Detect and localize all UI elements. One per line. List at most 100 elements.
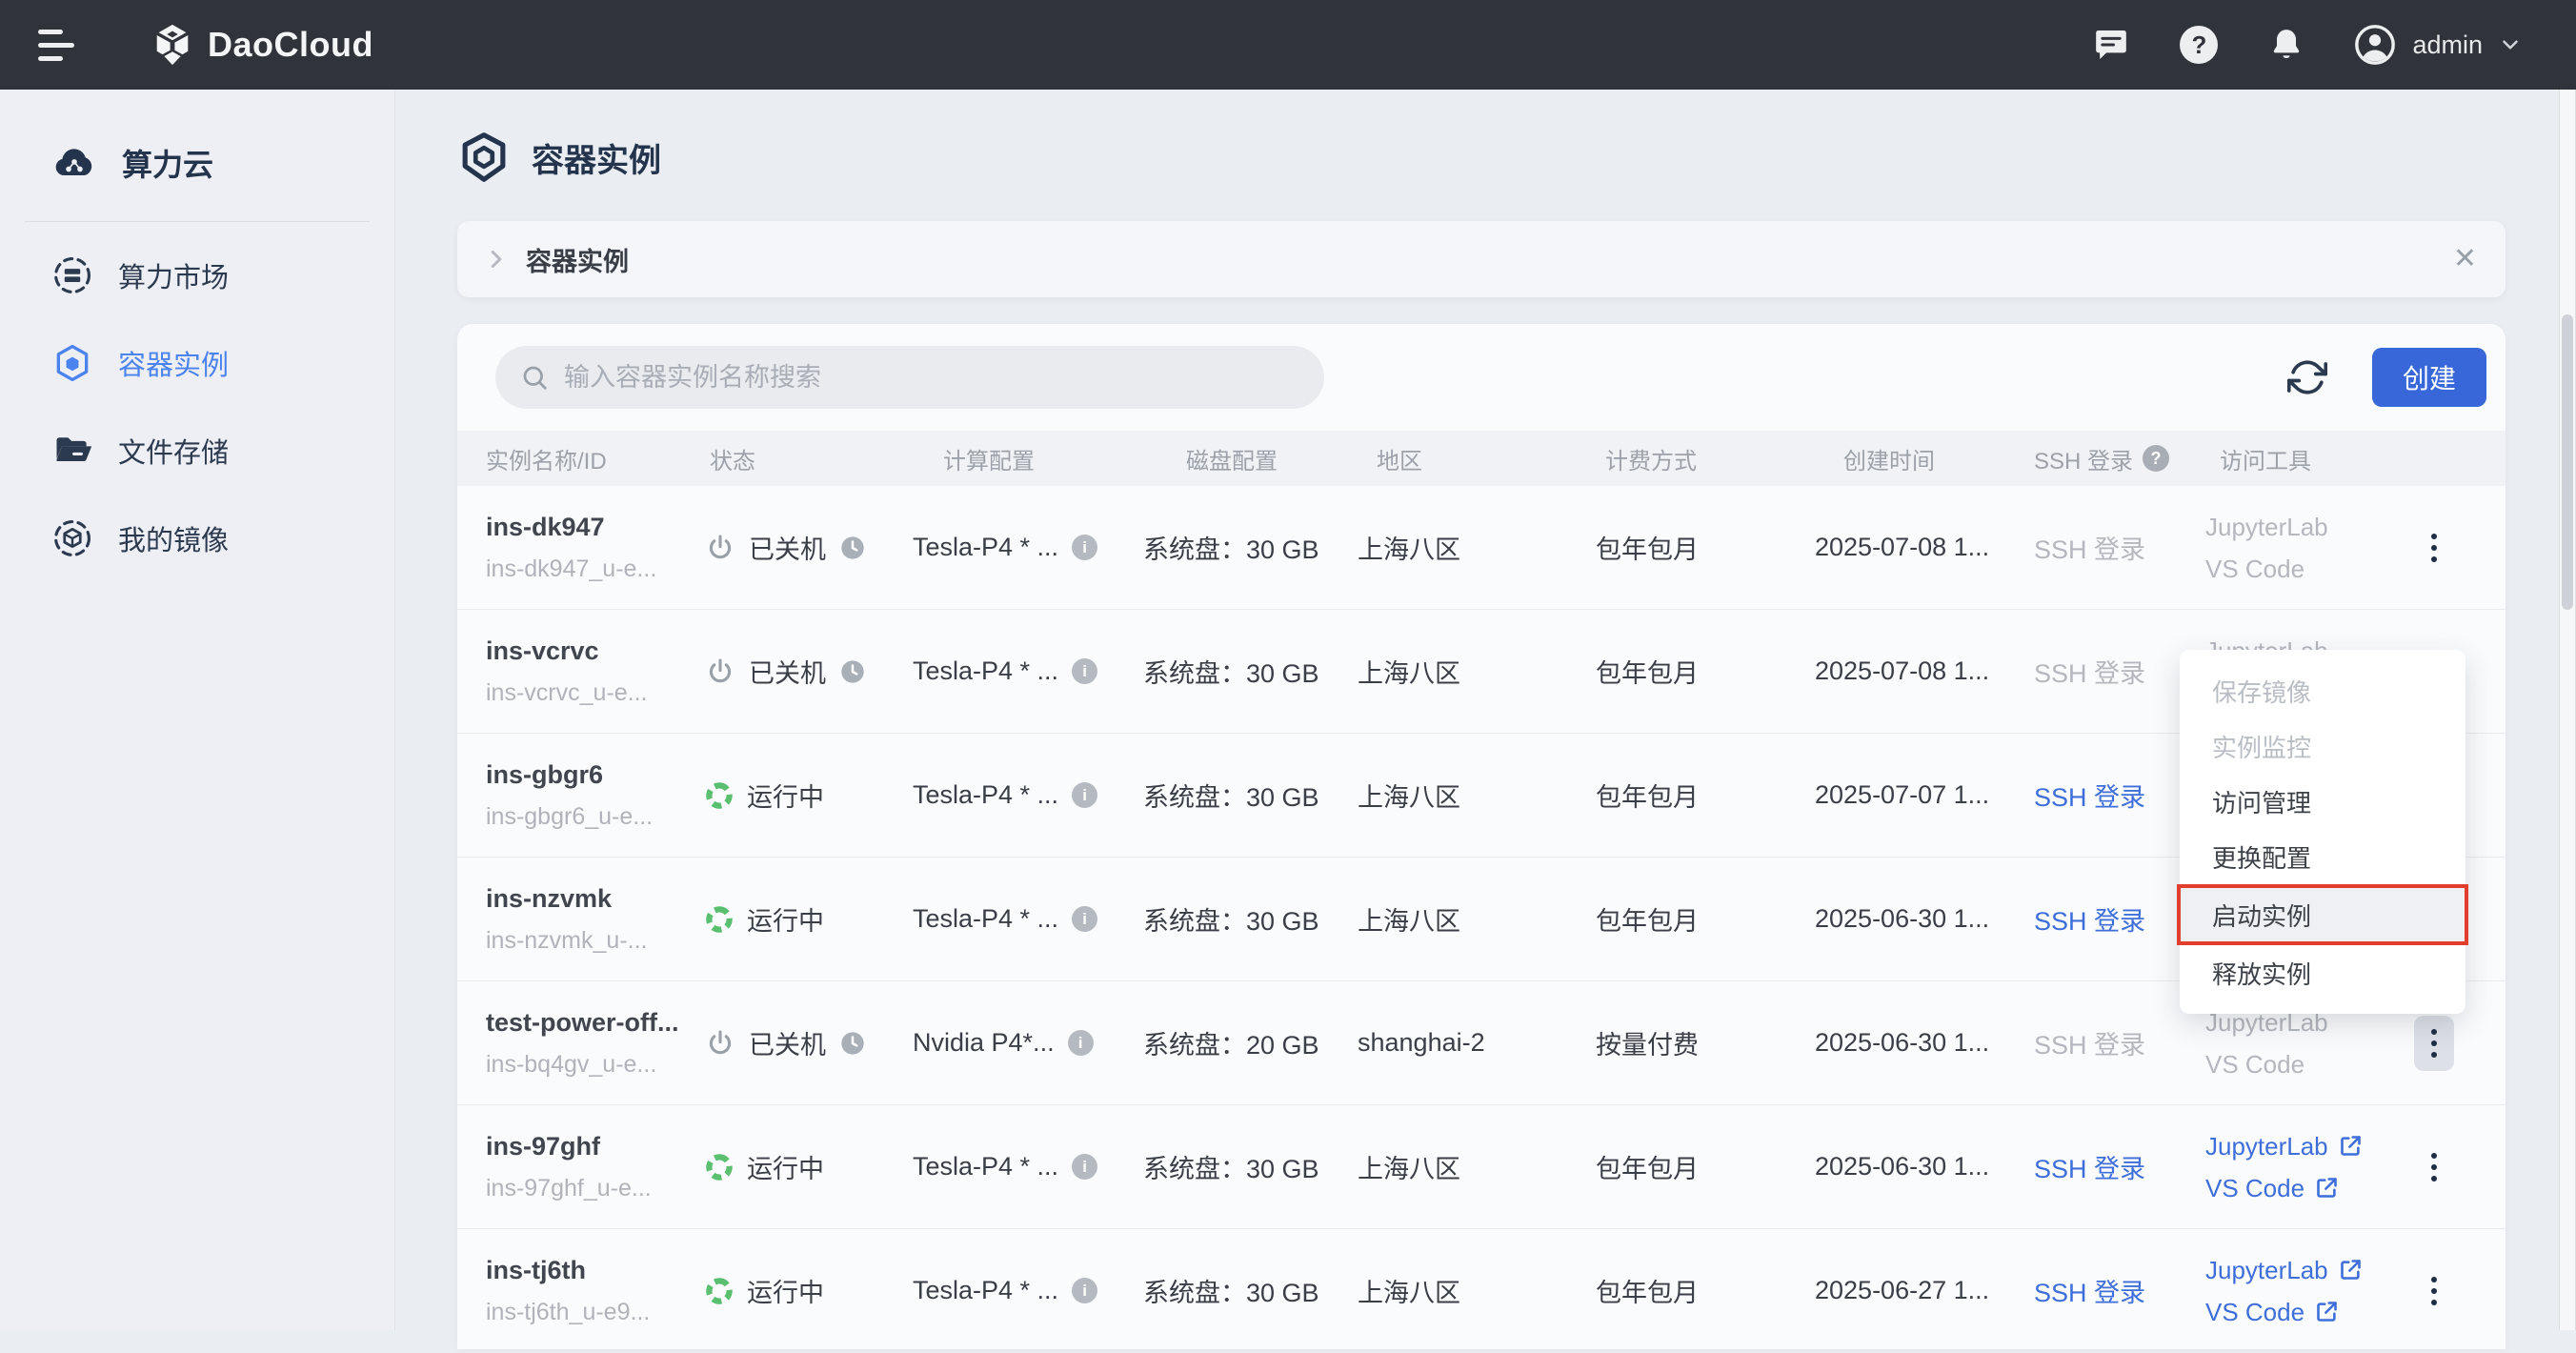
status-label: 已关机 <box>749 529 826 566</box>
created-time: 2025-07-08 1... <box>1815 656 2034 686</box>
status-label: 已关机 <box>749 1024 826 1061</box>
instance-id: ins-vcrvc_u-e... <box>486 672 705 714</box>
sidebar-item-container-instances[interactable]: 容器实例 <box>0 319 394 407</box>
instance-name: test-power-off... <box>486 1001 705 1043</box>
kebab-menu-button[interactable] <box>2414 1140 2454 1195</box>
created-time: 2025-06-30 1... <box>1815 904 2034 934</box>
user-menu[interactable]: admin <box>2353 23 2523 67</box>
ssh-login-link[interactable]: SSH 登录 <box>2034 1024 2205 1061</box>
ssh-login-link[interactable]: SSH 登录 <box>2034 1148 2205 1185</box>
instance-name: ins-nzvmk <box>486 878 705 919</box>
status-label: 运行中 <box>747 1148 824 1185</box>
help-icon[interactable]: ? <box>2178 24 2220 66</box>
header-compute: 计算配置 <box>905 442 1143 475</box>
ssh-login-link[interactable]: SSH 登录 <box>2034 1272 2205 1309</box>
instance-id: ins-bq4gv_u-e... <box>486 1043 705 1085</box>
clock-icon[interactable] <box>839 658 866 685</box>
instance-id: ins-97ghf_u-e... <box>486 1167 705 1209</box>
close-icon[interactable]: ✕ <box>2453 245 2477 273</box>
billing-mode: 包年包月 <box>1596 900 1815 938</box>
message-icon[interactable] <box>2090 24 2132 66</box>
table-header: 实例名称/ID 状态 计算配置 磁盘配置 地区 计费方式 创建时间 SSH 登录… <box>457 431 2506 486</box>
instance-name: ins-dk947 <box>486 506 705 548</box>
search-input[interactable] <box>564 363 1299 393</box>
sidebar-item-market[interactable]: 算力市场 <box>0 232 394 319</box>
context-menu-item[interactable]: 访问管理 <box>2180 774 2465 829</box>
sidebar-divider <box>25 221 370 222</box>
info-icon[interactable]: i <box>1072 906 1097 932</box>
create-button[interactable]: 创建 <box>2372 348 2486 407</box>
kebab-menu-button[interactable] <box>2414 1016 2454 1071</box>
topbar: DaoCloud ? admin <box>0 0 2576 90</box>
sidebar-item-my-images[interactable]: 我的镜像 <box>0 495 394 582</box>
compute-config: Tesla-P4 * ... <box>913 1276 1058 1305</box>
container-cube-icon <box>51 342 93 384</box>
billing-mode: 包年包月 <box>1596 777 1815 814</box>
hamburger-menu-icon[interactable] <box>38 22 95 68</box>
clock-icon[interactable] <box>839 535 866 561</box>
sidebar-item-label: 容器实例 <box>118 343 229 383</box>
clock-icon[interactable] <box>839 1030 866 1057</box>
jupyterlab-link[interactable]: JupyterLab <box>2205 1125 2382 1167</box>
chevron-down-icon[interactable] <box>2498 32 2523 57</box>
info-icon[interactable]: i <box>1072 1278 1097 1303</box>
breadcrumb-label: 容器实例 <box>526 241 629 278</box>
info-icon[interactable]: i <box>1072 658 1097 684</box>
compute-config: Tesla-P4 * ... <box>913 656 1058 686</box>
vscode-link[interactable]: VS Code <box>2205 1043 2382 1085</box>
status-label: 运行中 <box>747 900 824 938</box>
context-menu-item[interactable]: 启动实例 <box>2177 884 2468 945</box>
power-off-icon <box>705 1028 735 1059</box>
scrollbar-thumb[interactable] <box>2562 314 2573 610</box>
region: 上海八区 <box>1358 1148 1596 1185</box>
info-icon[interactable]: i <box>1072 782 1097 808</box>
context-menu-item[interactable]: 释放实例 <box>2180 945 2465 1000</box>
region: 上海八区 <box>1358 900 1596 938</box>
notification-bell-icon[interactable] <box>2265 24 2307 66</box>
folder-icon <box>51 430 93 472</box>
status-label: 运行中 <box>747 1272 824 1309</box>
instance-name: ins-vcrvc <box>486 630 705 672</box>
disk-config: 系统盘：20 GB <box>1143 1024 1358 1061</box>
billing-mode: 包年包月 <box>1596 1272 1815 1309</box>
header-tools: 访问工具 <box>2205 442 2382 475</box>
image-cube-icon <box>51 517 93 559</box>
created-time: 2025-06-30 1... <box>1815 1028 2034 1058</box>
chevron-right-icon[interactable] <box>482 245 511 273</box>
ssh-login-link[interactable]: SSH 登录 <box>2034 529 2205 566</box>
external-link-icon <box>2338 1133 2364 1159</box>
header-disk: 磁盘配置 <box>1143 442 1358 475</box>
jupyterlab-link[interactable]: JupyterLab <box>2205 1249 2382 1291</box>
compute-config: Tesla-P4 * ... <box>913 780 1058 810</box>
sidebar-header-suanliyun[interactable]: 算力云 <box>0 90 394 194</box>
search-box[interactable] <box>495 346 1324 409</box>
power-off-icon <box>705 656 735 687</box>
table-row: ins-dk947 ins-dk947_u-e... 已关机 <box>457 486 2506 610</box>
jupyterlab-link[interactable]: JupyterLab <box>2205 506 2382 548</box>
username: admin <box>2412 30 2483 60</box>
avatar-icon <box>2353 23 2397 67</box>
kebab-menu-button[interactable] <box>2414 1263 2454 1319</box>
vscode-link[interactable]: VS Code <box>2205 548 2382 590</box>
info-icon[interactable]: i <box>1068 1030 1094 1056</box>
server-market-icon <box>51 254 93 296</box>
scrollbar[interactable] <box>2559 90 2576 1330</box>
info-icon[interactable]: i <box>1072 1154 1097 1180</box>
brand-name: DaoCloud <box>208 25 373 65</box>
sidebar-item-label: 算力市场 <box>118 255 229 295</box>
info-icon[interactable]: i <box>1072 535 1097 560</box>
refresh-icon[interactable] <box>2284 354 2330 400</box>
instance-id: ins-nzvmk_u-... <box>486 919 705 961</box>
ssh-help-icon[interactable]: ? <box>2143 445 2169 472</box>
sidebar-item-file-storage[interactable]: 文件存储 <box>0 407 394 495</box>
kebab-menu-button[interactable] <box>2414 520 2454 576</box>
brand[interactable]: DaoCloud <box>151 23 373 67</box>
vscode-link[interactable]: VS Code <box>2205 1291 2382 1333</box>
billing-mode: 包年包月 <box>1596 653 1815 690</box>
vscode-link[interactable]: VS Code <box>2205 1167 2382 1209</box>
status-label: 运行中 <box>747 777 824 814</box>
context-menu-item[interactable]: 更换配置 <box>2180 829 2465 884</box>
cloud-compute-icon <box>50 138 99 188</box>
breadcrumb-bar[interactable]: 容器实例 ✕ <box>457 221 2506 297</box>
created-time: 2025-06-27 1... <box>1815 1276 2034 1305</box>
